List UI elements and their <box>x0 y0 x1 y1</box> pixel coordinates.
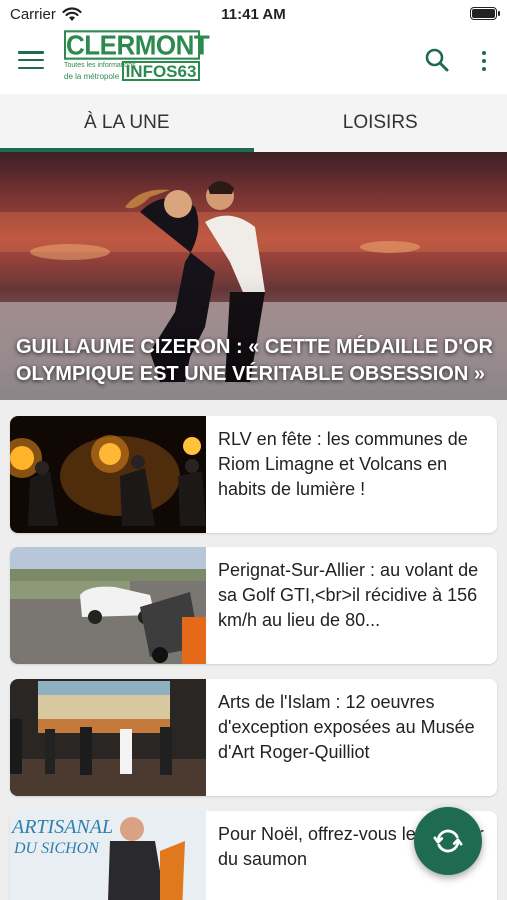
article-card-2[interactable]: Perignat-Sur-Allier : au volant de sa Go… <box>10 547 497 664</box>
battery-icon <box>470 7 500 20</box>
search-icon[interactable] <box>423 46 451 74</box>
more-vertical-icon[interactable] <box>475 48 493 74</box>
logo-line2: INFOS63 <box>122 61 200 81</box>
tab-a-la-une[interactable]: À LA UNE <box>0 94 254 152</box>
hero-article[interactable]: GUILLAUME CIZERON : « CETTE MÉDAILLE D'O… <box>0 152 507 400</box>
app-logo: CLERMONT Toutes les informations de la m… <box>64 29 210 84</box>
wifi-icon <box>62 6 82 21</box>
article-2-thumbnail <box>10 547 206 664</box>
refresh-button[interactable] <box>414 807 482 875</box>
article-3-thumbnail <box>10 679 206 796</box>
article-1-thumbnail <box>10 416 206 533</box>
article-card-1[interactable]: RLV en fête : les communes de Riom Limag… <box>10 416 497 533</box>
menu-icon[interactable] <box>18 48 44 72</box>
article-4-sign-line1: ARTISANAL <box>10 816 113 838</box>
logo-line1: CLERMONT <box>64 29 210 61</box>
article-2-title: Perignat-Sur-Allier : au volant de sa Go… <box>218 560 479 630</box>
logo-tagline2: de la métropole <box>64 72 120 81</box>
article-card-3[interactable]: Arts de l'Islam : 12 oeuvres d'exception… <box>10 679 497 796</box>
article-4-thumbnail: ARTISANAL DU SICHON <box>10 811 206 900</box>
article-1-title: RLV en fête : les communes de Riom Limag… <box>218 429 468 499</box>
carrier-label: Carrier <box>10 5 56 23</box>
article-4-sign-line2: DU SICHON <box>13 840 100 857</box>
status-bar: Carrier 11:41 AM <box>0 0 507 28</box>
app-bar: CLERMONT Toutes les informations de la m… <box>0 28 507 94</box>
tab-bar: À LA UNE LOISIRS <box>0 94 507 152</box>
article-3-title: Arts de l'Islam : 12 oeuvres d'exception… <box>218 692 475 762</box>
hero-title: GUILLAUME CIZERON : « CETTE MÉDAILLE D'O… <box>16 336 493 385</box>
tab-loisirs[interactable]: LOISIRS <box>254 94 507 152</box>
refresh-icon <box>433 829 463 853</box>
carrier-group: Carrier <box>10 6 82 23</box>
